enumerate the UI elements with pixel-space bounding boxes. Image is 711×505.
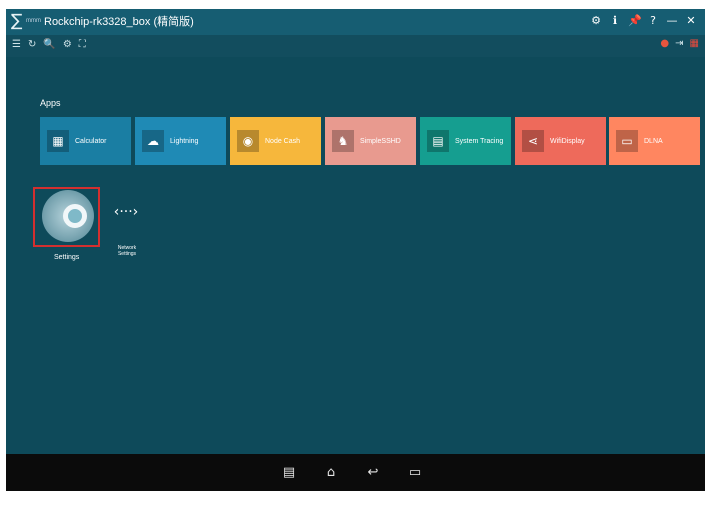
info-icon[interactable]: ℹ bbox=[609, 13, 621, 29]
node-cash-icon: ◉ bbox=[237, 130, 259, 152]
title-bar: ∑ mmm Rockchip-rk3328_box (精简版) ⚙ ℹ 📌 ? … bbox=[6, 9, 705, 35]
toolbar: ☰ ↻ 🔍 ⚙ ⛶ ● ⇥ ▦ bbox=[6, 35, 705, 57]
app-tile-system-tracing[interactable]: ▤ System Tracing bbox=[420, 117, 511, 165]
app-tile-label: Calculator bbox=[75, 137, 107, 145]
back-button[interactable]: ↩ bbox=[363, 463, 383, 481]
close-button[interactable]: ✕ bbox=[685, 13, 697, 29]
home-button[interactable]: ⌂ bbox=[321, 463, 341, 481]
lightning-icon: ☁ bbox=[142, 130, 164, 152]
app-tile-lightning[interactable]: ☁ Lightning bbox=[135, 117, 226, 165]
settings-label: Settings bbox=[54, 254, 80, 261]
settings-app[interactable] bbox=[33, 187, 100, 247]
network-settings-app[interactable]: ‹···› bbox=[110, 204, 142, 226]
calculator-icon: ▦ bbox=[47, 130, 69, 152]
app-tile-label: SimpleSSHD bbox=[360, 137, 401, 145]
app-tile-label: DLNA bbox=[644, 137, 663, 145]
fullscreen-icon[interactable]: ⛶ bbox=[79, 39, 86, 50]
pin-icon[interactable]: 📌 bbox=[628, 13, 642, 29]
record-icon[interactable]: ● bbox=[660, 38, 669, 49]
network-code-icon: ‹···› bbox=[113, 204, 139, 220]
help-icon[interactable]: ? bbox=[647, 13, 659, 29]
export-icon[interactable]: ⇥ bbox=[675, 38, 683, 49]
settings-icon bbox=[42, 190, 94, 242]
window-controls: ⚙ ℹ 📌 ? — ✕ bbox=[590, 13, 697, 29]
window-title: Rockchip-rk3328_box (精简版) bbox=[44, 16, 194, 28]
settings-gear-icon[interactable]: ⚙ bbox=[590, 13, 602, 29]
menu-icon[interactable]: ☰ bbox=[12, 39, 21, 50]
minimize-button[interactable]: — bbox=[666, 13, 678, 29]
android-navigation-bar: ▤ ⌂ ↩ ▭ bbox=[6, 454, 705, 491]
recents-button[interactable]: ▭ bbox=[405, 463, 425, 481]
app-tile-label: System Tracing bbox=[455, 137, 504, 145]
app-tile-label: Node Cash bbox=[265, 137, 301, 145]
sshd-icon: ♞ bbox=[332, 130, 354, 152]
app-tile-simplesshd[interactable]: ♞ SimpleSSHD bbox=[325, 117, 416, 165]
network-settings-label: Network Settings bbox=[117, 245, 137, 257]
rotate-icon[interactable]: ↻ bbox=[28, 39, 36, 50]
app-logo-icon: ∑ bbox=[11, 11, 23, 31]
app-tile-label: Lightning bbox=[170, 137, 199, 145]
zoom-icon[interactable]: 🔍 bbox=[43, 39, 55, 50]
share-icon: ⋖ bbox=[522, 130, 544, 152]
app-tile-node-cash[interactable]: ◉ Node Cash bbox=[230, 117, 321, 165]
app-tile-label: WifiDisplay bbox=[550, 137, 585, 145]
app-tile-dlna[interactable]: ▭ DLNA bbox=[609, 117, 700, 165]
app-tile-calculator[interactable]: ▦ Calculator bbox=[40, 117, 131, 165]
tools-icon[interactable]: ⚙ bbox=[63, 39, 72, 50]
emulator-window: ∑ mmm Rockchip-rk3328_box (精简版) ⚙ ℹ 📌 ? … bbox=[6, 9, 705, 491]
dlna-icon: ▭ bbox=[616, 130, 638, 152]
apps-heading: Apps bbox=[40, 98, 61, 108]
menu-button[interactable]: ▤ bbox=[279, 463, 299, 481]
app-tile-wifidisplay[interactable]: ⋖ WifiDisplay bbox=[515, 117, 606, 165]
brand-label: mmm bbox=[26, 18, 41, 24]
apps-grid-icon[interactable]: ▦ bbox=[690, 38, 699, 49]
android-icon: ▤ bbox=[427, 130, 449, 152]
